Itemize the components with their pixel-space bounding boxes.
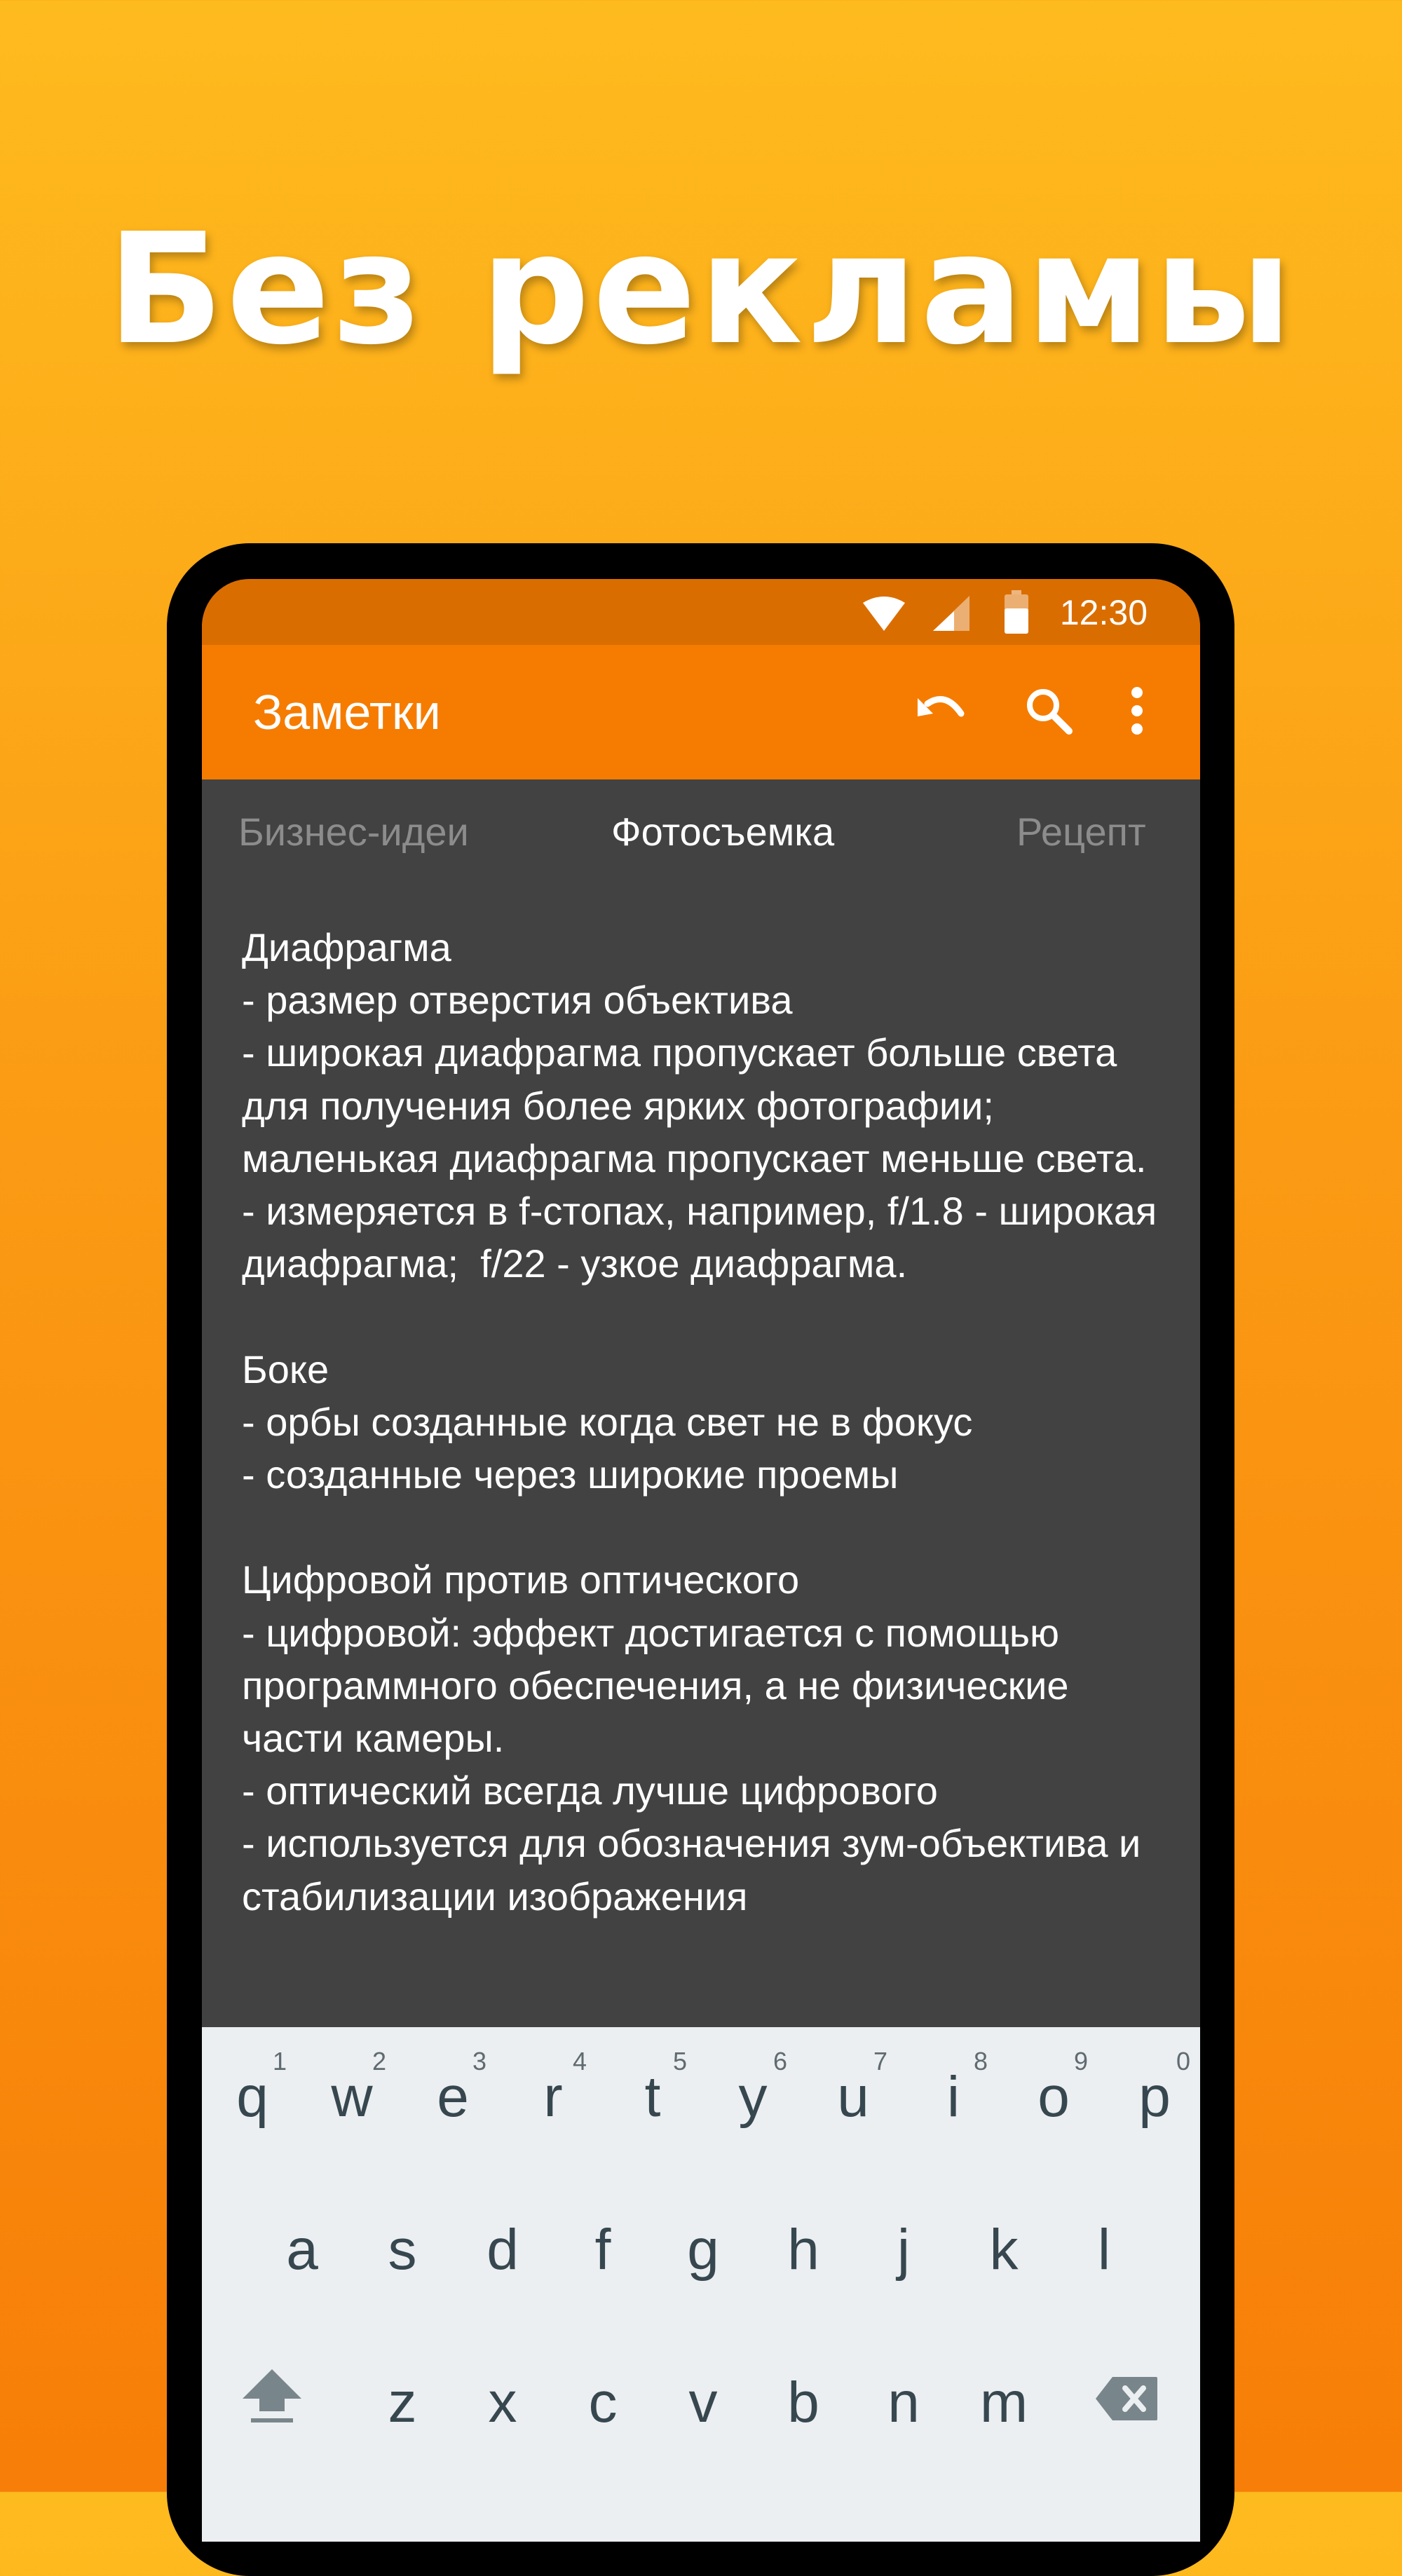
more-options-button[interactable] xyxy=(1099,674,1175,750)
key-hint-1: 1 xyxy=(273,2047,287,2076)
backspace-icon xyxy=(1094,2370,1159,2436)
cellular-signal-icon xyxy=(933,596,969,635)
key-r[interactable]: r xyxy=(503,2027,604,2167)
key-x[interactable]: x xyxy=(452,2333,553,2473)
key-hint-9: 9 xyxy=(1074,2047,1089,2076)
key-b[interactable]: b xyxy=(753,2333,854,2473)
key-w[interactable]: w xyxy=(301,2027,402,2167)
key-u[interactable]: u xyxy=(803,2027,904,2167)
key-hint-0: 0 xyxy=(1176,2047,1191,2076)
key-l[interactable]: l xyxy=(1054,2180,1155,2320)
phone-screen: 12:30 Заметки Бизнес-идеи Фотосъемка Рец… xyxy=(202,579,1200,2542)
key-h[interactable]: h xyxy=(753,2180,854,2320)
key-c[interactable]: c xyxy=(552,2333,653,2473)
app-title: Заметки xyxy=(253,685,441,740)
search-icon xyxy=(1024,686,1073,738)
key-hint-6: 6 xyxy=(773,2047,788,2076)
tab-recipe[interactable]: Рецепт xyxy=(1016,779,1146,885)
undo-button[interactable] xyxy=(905,674,981,750)
key-v[interactable]: v xyxy=(653,2333,754,2473)
key-y[interactable]: y xyxy=(702,2027,803,2167)
tab-photography[interactable]: Фотосъемка xyxy=(611,779,834,885)
keyboard: q w e r t y u i o p 1 2 3 4 5 6 7 8 9 0 … xyxy=(202,2027,1200,2542)
key-s[interactable]: s xyxy=(352,2180,453,2320)
key-j[interactable]: j xyxy=(853,2180,954,2320)
key-hint-2: 2 xyxy=(372,2047,387,2076)
shift-icon xyxy=(237,2366,307,2439)
key-hint-5: 5 xyxy=(673,2047,688,2076)
status-time: 12:30 xyxy=(1059,593,1148,632)
key-hint-8: 8 xyxy=(974,2047,988,2076)
key-d[interactable]: d xyxy=(452,2180,553,2320)
key-k[interactable]: k xyxy=(953,2180,1054,2320)
key-hint-3: 3 xyxy=(472,2047,487,2076)
shift-key[interactable] xyxy=(222,2333,322,2473)
key-m[interactable]: m xyxy=(953,2333,1054,2473)
search-button[interactable] xyxy=(1011,674,1087,750)
wifi-icon xyxy=(863,596,905,635)
key-g[interactable]: g xyxy=(653,2180,754,2320)
key-hint-7: 7 xyxy=(873,2047,888,2076)
more-vert-icon xyxy=(1130,686,1144,738)
key-q[interactable]: q xyxy=(202,2027,303,2167)
key-e[interactable]: e xyxy=(402,2027,503,2167)
app-bar: Заметки xyxy=(202,645,1200,779)
key-o[interactable]: o xyxy=(1003,2027,1104,2167)
backspace-key[interactable] xyxy=(1076,2333,1177,2473)
key-i[interactable]: i xyxy=(903,2027,1004,2167)
key-z[interactable]: z xyxy=(352,2333,453,2473)
note-text[interactable]: Диафрагма - размер отверстия объектива -… xyxy=(242,921,1181,1923)
undo-icon xyxy=(915,690,971,735)
key-a[interactable]: a xyxy=(252,2180,353,2320)
key-f[interactable]: f xyxy=(552,2180,653,2320)
notebook-tabs: Бизнес-идеи Фотосъемка Рецепт xyxy=(202,779,1200,885)
status-bar: 12:30 xyxy=(202,579,1200,645)
tab-business-ideas[interactable]: Бизнес-идеи xyxy=(238,779,469,885)
key-hint-4: 4 xyxy=(573,2047,587,2076)
key-n[interactable]: n xyxy=(853,2333,954,2473)
key-t[interactable]: t xyxy=(602,2027,703,2167)
battery-icon xyxy=(1005,590,1028,636)
promo-headline: Без рекламы xyxy=(107,201,1295,379)
